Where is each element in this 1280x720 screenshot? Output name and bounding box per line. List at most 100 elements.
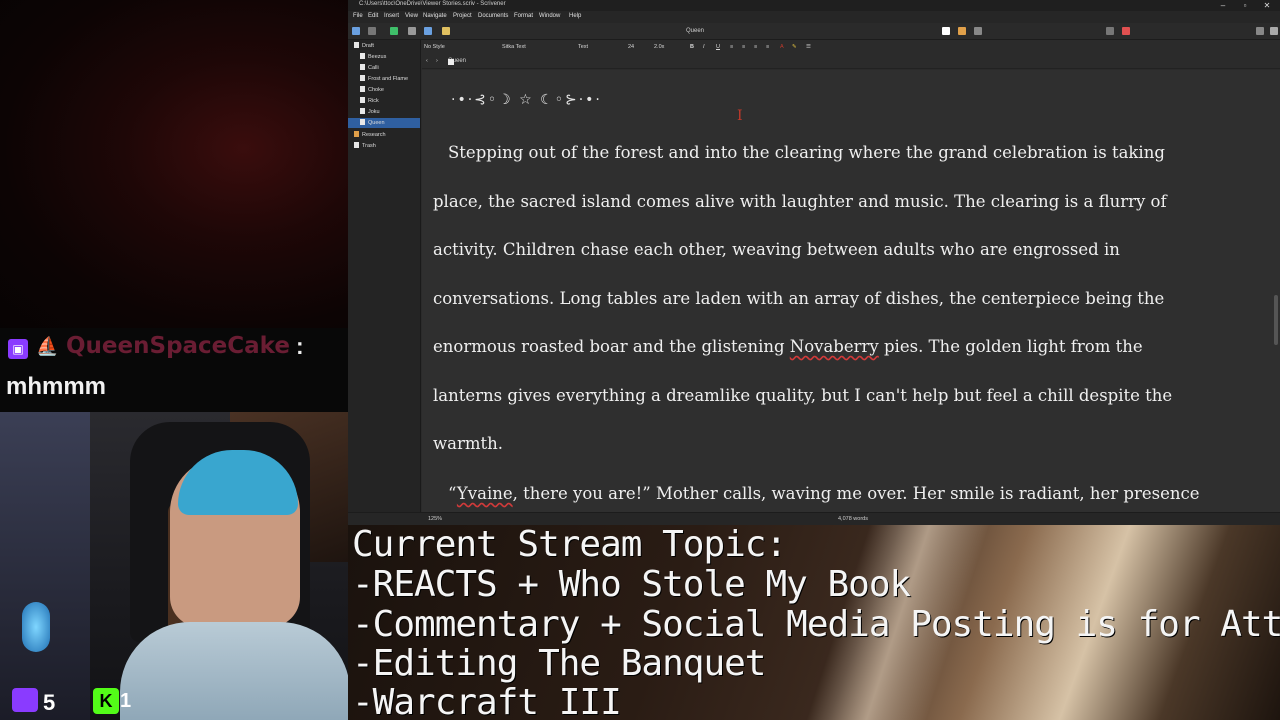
link-icon[interactable] xyxy=(424,27,432,35)
font-size-select[interactable]: 24 xyxy=(628,44,634,50)
stream-topic-item: -Warcraft III xyxy=(352,682,622,720)
compose-icon[interactable] xyxy=(442,27,450,35)
share-icon[interactable] xyxy=(1106,27,1114,35)
justify-icon[interactable]: ≡ xyxy=(766,44,769,50)
style-select[interactable]: No Style xyxy=(424,44,445,50)
forward-arrow-icon[interactable]: › xyxy=(436,58,438,64)
menu-edit[interactable]: Edit xyxy=(368,13,378,19)
menu-documents[interactable]: Documents xyxy=(478,13,508,19)
binder-item-trash[interactable]: Trash xyxy=(354,141,420,151)
format-bar: No Style Sitka Text Text 24 2.0x B I U ≡… xyxy=(422,42,1280,54)
document-icon xyxy=(360,53,365,59)
list-icon[interactable]: ☰ xyxy=(806,44,811,50)
folder-icon xyxy=(354,42,359,48)
text-line: conversations. Long tables are laden wit… xyxy=(433,288,1165,308)
misspelled-word[interactable]: Novaberry xyxy=(790,337,879,356)
outliner-icon[interactable] xyxy=(974,27,982,35)
twitch-viewer-count: 5 xyxy=(43,690,56,715)
binder-item-rick[interactable]: Rick xyxy=(360,96,426,106)
misspelled-word[interactable]: Yvaine xyxy=(457,484,513,503)
stream-topic-heading: Current Stream Topic: xyxy=(352,524,787,565)
kick-viewer-count: 1 xyxy=(120,690,132,712)
editor-header: ‹ › Queen xyxy=(422,55,1280,69)
text-color-icon[interactable]: A xyxy=(780,44,784,50)
highlight-icon[interactable]: ✎ xyxy=(792,44,797,50)
trash-icon[interactable] xyxy=(408,27,416,35)
bold-icon[interactable]: B xyxy=(690,44,694,50)
history-icon[interactable] xyxy=(368,27,376,35)
document-icon xyxy=(360,75,365,81)
zoom-select[interactable]: 125% xyxy=(428,516,442,522)
menu-navigate[interactable]: Navigate xyxy=(423,13,447,19)
menu-project[interactable]: Project xyxy=(453,13,472,19)
line-spacing-select[interactable]: 2.0x xyxy=(654,44,664,50)
stream-topic-item: -REACTS + Who Stole My Book xyxy=(352,564,911,605)
document-icon xyxy=(360,64,365,70)
toolbar-document-title: Queen xyxy=(686,28,705,34)
twitch-viewers-icon xyxy=(12,688,38,712)
stream-topic-item: -Editing The Banquet xyxy=(352,643,766,684)
text-segment: pies. The golden light from the xyxy=(878,337,1143,356)
menu-format[interactable]: Format xyxy=(514,13,533,19)
text-line: enormous roasted boar and the glistening… xyxy=(433,323,1273,372)
search-icon[interactable] xyxy=(1270,27,1278,35)
menu-insert[interactable]: Insert xyxy=(384,13,399,19)
back-arrow-icon[interactable]: ‹ xyxy=(426,58,428,64)
text-segment: enormous roasted boar and the glistening xyxy=(433,337,790,356)
webcam-shirt xyxy=(120,622,348,720)
title-bar: C:\Users\ttoc\OneDrive\Viewer Stories.sc… xyxy=(348,0,1280,11)
research-folder-icon xyxy=(354,131,359,137)
webcam-shelf xyxy=(0,412,90,720)
align-right-icon[interactable]: ≡ xyxy=(754,44,757,50)
text-line: Stepping out of the forest and into the … xyxy=(448,143,1165,162)
align-left-icon[interactable]: ≡ xyxy=(730,44,733,50)
editor-scrollbar[interactable] xyxy=(1274,295,1278,345)
align-center-icon[interactable]: ≡ xyxy=(742,44,745,50)
word-count: 4,078 words xyxy=(838,516,868,522)
text-line: “Yvaine, there you are!” Mother calls, w… xyxy=(433,470,1273,512)
binder-sidebar: Draft Beezus Calli Frost and Flame Choke… xyxy=(348,40,421,515)
main-toolbar xyxy=(348,23,1280,40)
binder-item-joku[interactable]: Joku xyxy=(360,107,426,117)
bookmark-icon[interactable] xyxy=(1122,27,1130,35)
ornament-divider: ·•·⊰◦☽ ☆ ☾◦⊱·•· xyxy=(451,92,602,108)
menu-window[interactable]: Window xyxy=(539,13,560,19)
chat-message: mhmmm xyxy=(6,373,107,400)
screen: ▣ ⛵ QueenSpaceCake : mhmmm 5 K 1 C:\User… xyxy=(0,0,1280,720)
typeface-select[interactable]: Text xyxy=(578,44,588,50)
header-document-icon xyxy=(448,59,454,65)
kick-icon: K xyxy=(93,688,119,714)
menu-help[interactable]: Help xyxy=(569,13,581,19)
close-button[interactable]: ✕ xyxy=(1256,0,1278,11)
binder-item-draft[interactable]: Draft xyxy=(354,41,420,51)
minimize-button[interactable]: – xyxy=(1212,0,1234,11)
underline-icon[interactable]: U xyxy=(716,44,720,50)
text-cursor: I xyxy=(737,108,743,124)
corkboard-icon[interactable] xyxy=(958,27,966,35)
text-segment: “ xyxy=(448,484,457,503)
menu-view[interactable]: View xyxy=(405,13,418,19)
text-line: place, the sacred island comes alive wit… xyxy=(433,191,1167,211)
stream-topic-item: -Commentary + Social Media Posting is fo… xyxy=(352,604,1280,645)
italic-icon[interactable]: I xyxy=(703,44,705,50)
single-view-icon[interactable] xyxy=(942,27,950,35)
scrivener-window: C:\Users\ttoc\OneDrive\Viewer Stories.sc… xyxy=(348,0,1280,525)
add-item-icon[interactable] xyxy=(390,27,398,35)
inspector-icon[interactable] xyxy=(1256,27,1264,35)
webcam-lamp xyxy=(22,602,50,652)
document-icon xyxy=(360,119,365,125)
maximize-button[interactable]: ▫ xyxy=(1234,0,1256,11)
editor-text-area[interactable]: ·•·⊰◦☽ ☆ ☾◦⊱·•· I Stepping out of the fo… xyxy=(422,70,1280,512)
binder-item-frost-and-flame[interactable]: Frost and Flame xyxy=(360,74,426,84)
binder-item-queen[interactable]: Queen xyxy=(348,118,420,128)
chat-username: QueenSpaceCake xyxy=(66,333,290,359)
trash-folder-icon xyxy=(354,142,359,148)
menu-file[interactable]: File xyxy=(353,13,363,19)
menu-bar: File Edit Insert View Navigate Project D… xyxy=(348,11,1280,23)
binder-toggle-icon[interactable] xyxy=(352,27,360,35)
binder-item-research[interactable]: Research xyxy=(354,130,420,140)
font-select[interactable]: Sitka Text xyxy=(502,44,526,50)
binder-item-beezus[interactable]: Beezus xyxy=(360,52,426,62)
binder-item-calli[interactable]: Calli xyxy=(360,63,426,73)
binder-item-choke[interactable]: Choke xyxy=(360,85,426,95)
